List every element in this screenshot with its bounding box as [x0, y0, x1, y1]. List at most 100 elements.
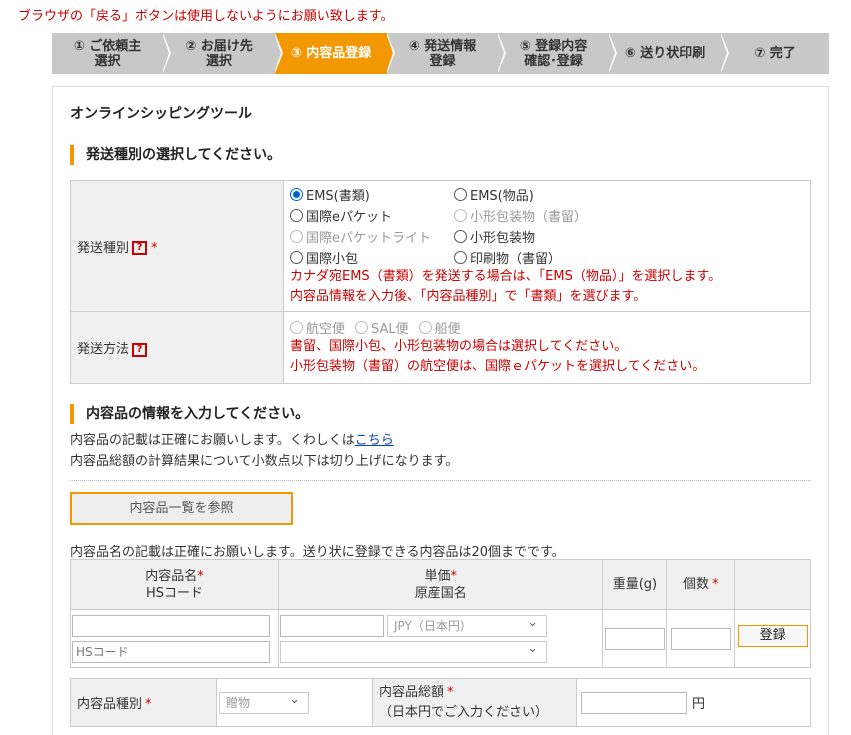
radio-icon: [290, 230, 303, 243]
col-header-origin-text: 原産国名: [414, 585, 467, 601]
required-mark: *: [450, 568, 457, 584]
contents-type-select[interactable]: 贈物: [219, 690, 309, 714]
step-2-line2: 選択: [205, 53, 232, 69]
cell-qty: [666, 609, 736, 668]
radio-ems-goods[interactable]: EMS(物品): [454, 186, 614, 204]
radio-label: EMS(物品): [470, 189, 534, 204]
shipping-type-label-cell: 発送種別? *: [70, 180, 284, 312]
total-value-hint: （日本円でご入力ください）: [379, 704, 549, 720]
unit-price-input[interactable]: [280, 614, 384, 637]
radio-label: 船便: [434, 322, 461, 337]
col-header-qty-text: 個数: [683, 577, 710, 592]
contents-info-line1: 内容品の記載は正確にお願いします。くわしくはこちら: [70, 429, 394, 448]
help-icon[interactable]: ?: [132, 241, 148, 255]
col-header-qty: 個数 *: [666, 559, 736, 610]
contents-type-label-cell: 内容品種別 *: [70, 678, 217, 727]
items-note: 内容品名の記載は正確にお願いします。送り状に登録できる内容品は20個までです。: [70, 545, 565, 560]
radio-parcel-post[interactable]: 国際小包: [290, 249, 454, 267]
radio-epacket[interactable]: 国際eパケット: [290, 207, 454, 225]
step-7-line1: ⑦ 完了: [754, 46, 796, 61]
step-1: ① ご依頼主 選択: [52, 33, 171, 74]
radio-label: 小形包装物（書留）: [470, 210, 588, 225]
step-5-line1: ⑤ 登録内容: [519, 38, 588, 54]
hs-code-input[interactable]: HSコード: [72, 640, 270, 663]
contents-info-text: 内容品の記載は正確にお願いします。くわしくは: [70, 433, 355, 448]
contents-summary-table: 内容品種別* 贈物 内容品総額* （日本円でご入力ください） 円: [70, 678, 811, 727]
step-4-line1: ④ 発送情報: [408, 38, 477, 54]
radio-label: 国際eパケット: [306, 210, 392, 225]
contents-type-label: 内容品種別: [77, 697, 143, 712]
required-mark: *: [447, 684, 454, 700]
shipping-type-note-1: カナダ宛EMS（書類）を発送する場合は、「EMS（物品）」を選択します。: [290, 268, 722, 284]
register-button[interactable]: 登録: [737, 625, 808, 647]
step-4: ④ 発送情報 登録: [387, 33, 506, 74]
contents-items-table: 内容品名* HSコード 単価* 原産国名 重量(g) 個数 * HSコード JPY…: [70, 559, 811, 668]
item-name-input[interactable]: [72, 614, 270, 637]
col-header-weight: 重量(g): [602, 559, 668, 610]
yen-unit: 円: [692, 697, 706, 712]
quantity-input[interactable]: [670, 627, 731, 650]
step-3-current: ③ 内容品登録: [275, 33, 395, 74]
radio-icon: [454, 230, 467, 243]
contents-info-line2: 内容品総額の計算結果について小数点以下は切り上げになります。: [70, 454, 459, 469]
step-6: ⑥ 送り状印刷: [609, 33, 729, 74]
radio-icon: [290, 209, 303, 222]
radio-icon: [454, 209, 467, 222]
shipping-type-note-2: 内容品情報を入力後、「内容品種別」で「書類」を選びます。: [290, 288, 647, 304]
currency-select[interactable]: JPY（日本円）: [387, 613, 547, 637]
radio-icon: [454, 188, 467, 201]
col-header-name-text: 内容品名: [145, 568, 198, 584]
shipping-method-label: 発送方法: [77, 342, 130, 357]
step-7: ⑦ 完了: [721, 33, 829, 74]
radio-epacket-light: 国際eパケットライト: [290, 228, 454, 246]
browse-contents-button[interactable]: 内容品一覧を参照: [70, 492, 293, 525]
step-5: ⑤ 登録内容 確認･登録: [498, 33, 617, 74]
step-6-line1: ⑥ 送り状印刷: [624, 46, 706, 61]
contents-type-cell: 贈物: [216, 678, 373, 727]
col-header-price-text: 単価: [424, 568, 451, 584]
details-link[interactable]: こちら: [355, 433, 394, 448]
cell-register: 登録: [734, 609, 811, 668]
help-icon[interactable]: ?: [132, 342, 148, 357]
progress-steps: ① ご依頼主 選択 ② お届け先 選択 ③ 内容品登録 ④ 発送情報 登録 ⑤ 登録内…: [52, 33, 829, 74]
step-1-line1: ① ご依頼主: [73, 38, 142, 54]
radio-sal: SAL便: [355, 319, 409, 337]
required-mark: *: [151, 240, 158, 256]
radio-icon: [454, 251, 467, 264]
step-2-line1: ② お届け先: [185, 38, 253, 54]
cell-name-hs: HSコード: [70, 609, 279, 668]
shipping-form-table: 発送種別? * EMS(書類) EMS(物品) 国際eパケット 小形包装物（書留）…: [70, 180, 811, 384]
step-2: ② お届け先 選択: [163, 33, 283, 74]
total-value-label: 内容品総額: [379, 684, 445, 700]
shipping-method-options-cell: 航空便 SAL便 船便 書留、国際小包、小形包装物の場合は選択してください。 小…: [283, 311, 811, 384]
step-1-line2: 選択: [94, 53, 121, 69]
step-5-line2: 確認･登録: [524, 53, 583, 69]
radio-label: 印刷物（書留）: [470, 252, 562, 267]
radio-small-packet[interactable]: 小形包装物: [454, 228, 614, 246]
step-4-line2: 登録: [429, 53, 456, 69]
total-value-label-cell: 内容品総額 * （日本円でご入力ください）: [372, 678, 577, 727]
section-heading-shipping-type: 発送種別の選択してください。: [70, 145, 281, 165]
back-button-warning: ブラウザの「戻る」ボタンは使用しないようにお願い致します。: [18, 9, 394, 24]
total-value-input[interactable]: [581, 691, 687, 714]
radio-surface: 船便: [418, 319, 461, 337]
shipping-method-note-1: 書留、国際小包、小形包装物の場合は選択してください。: [290, 338, 628, 354]
radio-label: 国際eパケットライト: [306, 231, 431, 246]
radio-printed-matter[interactable]: 印刷物（書留）: [454, 249, 614, 267]
weight-input[interactable]: [604, 627, 665, 650]
required-mark: *: [197, 568, 204, 584]
radio-label: 航空便: [306, 322, 346, 337]
shipping-method-label-cell: 発送方法?: [70, 311, 284, 384]
section-heading-contents: 内容品の情報を入力してください。: [70, 404, 309, 424]
total-value-cell: 円: [576, 678, 811, 727]
step-3-line1: ③ 内容品登録: [290, 46, 372, 61]
radio-ems-documents[interactable]: EMS(書類): [290, 186, 454, 204]
radio-icon: [290, 321, 303, 334]
radio-airmail: 航空便: [290, 319, 345, 337]
radio-label: 小形包装物: [470, 231, 536, 246]
required-mark: *: [145, 697, 152, 712]
radio-icon: [418, 321, 432, 334]
radio-icon: [355, 321, 369, 334]
radio-label: SAL便: [371, 322, 409, 337]
origin-country-select[interactable]: [280, 639, 547, 663]
